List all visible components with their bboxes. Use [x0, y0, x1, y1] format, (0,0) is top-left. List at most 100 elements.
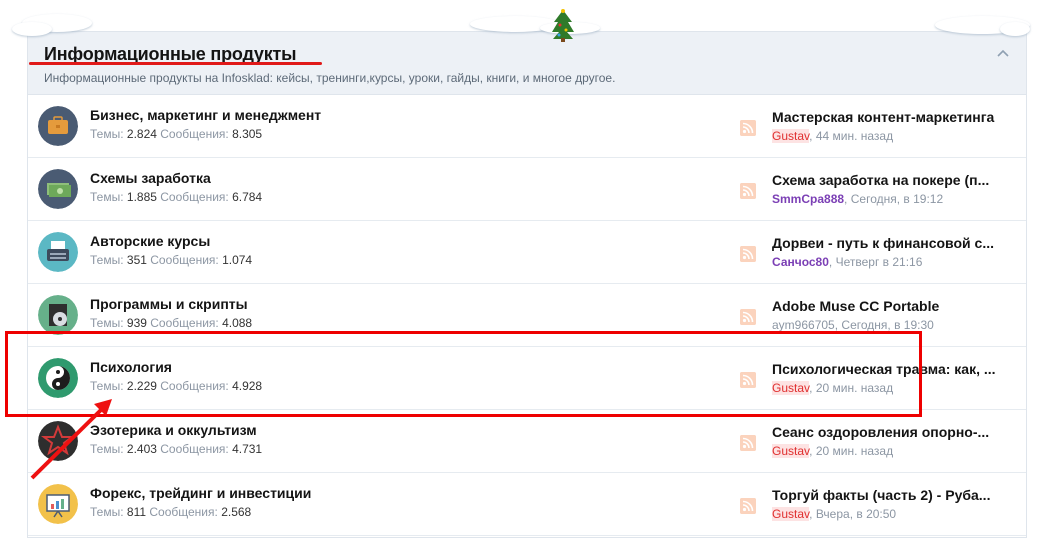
chart-board-icon[interactable] — [38, 484, 78, 524]
rss-icon[interactable] — [740, 246, 756, 262]
messages-count: 4.088 — [222, 316, 253, 330]
node-title-link[interactable]: Психология — [90, 359, 262, 375]
messages-count: 2.568 — [221, 505, 252, 519]
separator: , — [809, 129, 813, 143]
last-post-meta: Санчос80, Четверг в 21:16 — [772, 255, 1012, 269]
node-stats: Темы: 2.824 Сообщения: 8.305 — [90, 127, 321, 141]
node-main: Форекс, трейдинг и инвестиции Темы: 811 С… — [90, 485, 311, 519]
last-post-meta: Gustav, 20 мин. назад — [772, 444, 1012, 458]
last-post-title-link[interactable]: Торгуй факты (часть 2) - Руба... — [772, 487, 1012, 503]
messages-count: 1.074 — [222, 253, 253, 267]
last-post-username-link[interactable]: Gustav — [772, 381, 810, 395]
messages-count: 8.305 — [232, 127, 263, 141]
rss-icon[interactable] — [740, 183, 756, 199]
rss-icon[interactable] — [740, 498, 756, 514]
node-main: Схемы заработка Темы: 1.885 Сообщения: 6.… — [90, 170, 262, 204]
money-icon[interactable] — [38, 169, 78, 209]
separator: , — [809, 507, 813, 521]
node-list: Бизнес, маркетинг и менеджмент Темы: 2.82… — [28, 95, 1026, 536]
last-post-username-link[interactable]: Gustav — [772, 129, 810, 143]
last-post-time[interactable]: 20 мин. назад — [816, 381, 893, 395]
messages-label: Сообщения: — [150, 316, 219, 330]
pentagram-icon[interactable] — [38, 421, 78, 461]
threads-count: 1.885 — [126, 190, 157, 204]
separator: , — [844, 192, 848, 206]
last-post-username-link[interactable]: SmmCpa888 — [772, 192, 844, 206]
last-post-title-link[interactable]: Дорвеи - путь к финансовой с... — [772, 235, 1012, 251]
briefcase-icon[interactable] — [38, 106, 78, 146]
node-stats: Темы: 2.229 Сообщения: 4.928 — [90, 379, 262, 393]
messages-label: Сообщения: — [160, 190, 229, 204]
node-title-link[interactable]: Программы и скрипты — [90, 296, 252, 312]
last-post-time[interactable]: Вчера, в 20:50 — [816, 507, 896, 521]
last-post: Психологическая травма: как, ... Gustav, … — [772, 361, 1012, 395]
chevron-up-icon[interactable] — [996, 46, 1010, 60]
last-post-title-link[interactable]: Adobe Muse CC Portable — [772, 298, 1012, 314]
node-stats: Темы: 811 Сообщения: 2.568 — [90, 505, 311, 519]
messages-count: 4.928 — [232, 379, 263, 393]
separator: , — [834, 318, 839, 332]
threads-label: Темы: — [90, 379, 124, 393]
last-post-time[interactable]: Четверг в 21:16 — [836, 255, 923, 269]
last-post-time[interactable]: 20 мин. назад — [816, 444, 893, 458]
forum-node-row: Психология Темы: 2.229 Сообщения: 4.928 Пс… — [28, 347, 1026, 410]
node-stats: Темы: 939 Сообщения: 4.088 — [90, 316, 252, 330]
threads-label: Темы: — [90, 127, 124, 141]
threads-label: Темы: — [90, 190, 124, 204]
threads-label: Темы: — [90, 505, 124, 519]
node-title-link[interactable]: Схемы заработка — [90, 170, 262, 186]
threads-count: 811 — [126, 505, 147, 519]
node-main: Авторские курсы Темы: 351 Сообщения: 1.07… — [90, 233, 252, 267]
forum-node-row: Бизнес, маркетинг и менеджмент Темы: 2.82… — [28, 95, 1026, 158]
last-post: Adobe Muse CC Portable aym966705, Сегодня… — [772, 298, 1012, 332]
last-post-username-link[interactable]: Gustav — [772, 444, 810, 458]
last-post-meta: Gustav, 44 мин. назад — [772, 129, 1012, 143]
rss-icon[interactable] — [740, 435, 756, 451]
last-post-title-link[interactable]: Психологическая травма: как, ... — [772, 361, 1012, 377]
forum-node-row: Форекс, трейдинг и инвестиции Темы: 811 С… — [28, 473, 1026, 536]
last-post-meta: aym966705, Сегодня, в 19:30 — [772, 318, 1012, 332]
forum-node-row: Программы и скрипты Темы: 939 Сообщения: … — [28, 284, 1026, 347]
rss-icon[interactable] — [740, 309, 756, 325]
last-post-time[interactable]: Сегодня, в 19:30 — [841, 318, 933, 332]
threads-count: 2.229 — [126, 379, 157, 393]
messages-count: 4.731 — [232, 442, 263, 456]
threads-count: 939 — [126, 316, 147, 330]
threads-label: Темы: — [90, 442, 124, 456]
node-title-link[interactable]: Бизнес, маркетинг и менеджмент — [90, 107, 321, 123]
last-post-title-link[interactable]: Мастерская контент-маркетинга — [772, 109, 1012, 125]
messages-label: Сообщения: — [160, 127, 229, 141]
rss-icon[interactable] — [740, 372, 756, 388]
last-post-username-link[interactable]: Gustav — [772, 507, 810, 521]
category-description: Информационные продукты на Infosklad: ке… — [44, 71, 616, 85]
typewriter-icon[interactable] — [38, 232, 78, 272]
last-post-username-link[interactable]: aym966705 — [772, 318, 835, 332]
node-title-link[interactable]: Форекс, трейдинг и инвестиции — [90, 485, 311, 501]
last-post-time[interactable]: Сегодня, в 19:12 — [851, 192, 943, 206]
disc-icon[interactable] — [38, 295, 78, 335]
last-post-title-link[interactable]: Схема заработка на покере (п... — [772, 172, 1012, 188]
last-post: Торгуй факты (часть 2) - Руба... Gustav, … — [772, 487, 1012, 521]
rss-icon[interactable] — [740, 120, 756, 136]
last-post-time[interactable]: 44 мин. назад — [816, 129, 893, 143]
last-post-title-link[interactable]: Сеанс оздоровления опорно-... — [772, 424, 1012, 440]
threads-count: 2.824 — [126, 127, 157, 141]
node-stats: Темы: 1.885 Сообщения: 6.784 — [90, 190, 262, 204]
forum-category-block: Информационные продукты Информационные п… — [27, 31, 1027, 538]
node-title-link[interactable]: Эзотерика и оккультизм — [90, 422, 262, 438]
node-main: Эзотерика и оккультизм Темы: 2.403 Сообще… — [90, 422, 262, 456]
separator: , — [828, 255, 833, 269]
last-post-meta: Gustav, Вчера, в 20:50 — [772, 507, 1012, 521]
node-stats: Темы: 2.403 Сообщения: 4.731 — [90, 442, 262, 456]
messages-label: Сообщения: — [149, 505, 218, 519]
node-main: Программы и скрипты Темы: 939 Сообщения: … — [90, 296, 252, 330]
last-post-meta: SmmCpa888, Сегодня, в 19:12 — [772, 192, 1012, 206]
threads-count: 2.403 — [126, 442, 157, 456]
last-post-username-link[interactable]: Санчос80 — [772, 255, 829, 269]
last-post: Дорвеи - путь к финансовой с... Санчос80,… — [772, 235, 1012, 269]
forum-node-row: Авторские курсы Темы: 351 Сообщения: 1.07… — [28, 221, 1026, 284]
node-stats: Темы: 351 Сообщения: 1.074 — [90, 253, 252, 267]
yin-yang-icon[interactable] — [38, 358, 78, 398]
node-title-link[interactable]: Авторские курсы — [90, 233, 252, 249]
messages-label: Сообщения: — [150, 253, 219, 267]
